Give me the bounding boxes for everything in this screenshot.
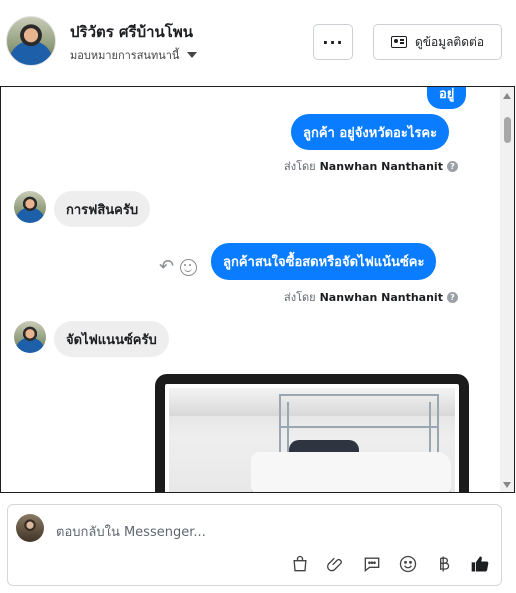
saved-reply-icon[interactable]	[361, 553, 383, 575]
outgoing-message[interactable]: ลูกค้าสนใจซื้อสดหรือจัดไฟแน้นซ์คะ	[211, 243, 437, 280]
message-text: ลูกค้า อยู่จังหวัดอะไรคะ	[303, 125, 438, 141]
more-options-button[interactable]: ···	[313, 24, 353, 60]
chevron-down-icon	[187, 52, 198, 58]
sent-by-prefix: ส่งโดย	[284, 160, 316, 173]
photo-truck	[251, 452, 451, 492]
composer-toolbar	[289, 553, 491, 575]
message-thread[interactable]: อยู่ ลูกค้า อยู่จังหวัดอะไรคะ ส่งโดย Nan…	[0, 86, 515, 493]
reply-icon[interactable]: ↶	[159, 258, 174, 276]
view-contact-button[interactable]: ดูข้อมูลติดต่อ	[373, 24, 502, 60]
page-avatar	[16, 514, 44, 542]
assign-conversation-dropdown[interactable]: มอบหมายการสนทนานี้	[70, 46, 198, 64]
sent-by-label: ส่งโดย Nanwhan Nanthanit ?	[284, 288, 458, 306]
message-actions: ↶	[159, 258, 198, 276]
message-composer: ตอบกลับใน Messenger...	[7, 504, 502, 586]
more-icon: ···	[322, 32, 344, 52]
incoming-message[interactable]: จัดไฟแนนซ์ครับ	[54, 321, 169, 357]
image-message[interactable]	[155, 374, 469, 492]
scrollbar[interactable]	[500, 87, 514, 492]
scroll-up-icon[interactable]	[503, 93, 511, 99]
shopping-bag-icon[interactable]	[289, 553, 311, 575]
thumbs-up-icon[interactable]	[469, 553, 491, 575]
reply-input[interactable]: ตอบกลับใน Messenger...	[56, 521, 206, 542]
contact-avatar-small[interactable]	[14, 191, 46, 223]
outgoing-message[interactable]: ลูกค้า อยู่จังหวัดอะไรคะ	[291, 114, 450, 150]
truck-photo	[165, 384, 459, 492]
view-contact-label: ดูข้อมูลติดต่อ	[414, 34, 485, 49]
message-text: การฟสินครับ	[66, 202, 139, 218]
emoji-icon[interactable]	[397, 553, 419, 575]
contact-name[interactable]: ปริวัตร ศรีบ้านโพน	[70, 20, 193, 44]
assign-label: มอบหมายการสนทนานี้	[70, 49, 180, 62]
sent-by-prefix: ส่งโดย	[284, 291, 316, 304]
message-text: อยู่	[439, 86, 455, 102]
sender-name: Nanwhan Nanthanit	[319, 290, 443, 304]
conversation-header: ปริวัตร ศรีบ้านโพน มอบหมายการสนทนานี้ ··…	[0, 0, 516, 86]
contact-avatar[interactable]	[6, 16, 56, 66]
contact-card-icon	[390, 36, 407, 48]
scroll-thumb[interactable]	[504, 117, 511, 143]
contact-avatar-small[interactable]	[14, 321, 46, 353]
baht-icon[interactable]	[433, 553, 455, 575]
outgoing-message[interactable]: อยู่	[427, 86, 467, 109]
message-text: ลูกค้าสนใจซื้อสดหรือจัดไฟแน้นซ์คะ	[223, 255, 425, 270]
scroll-down-icon[interactable]	[503, 482, 511, 488]
help-icon[interactable]: ?	[446, 160, 458, 172]
paperclip-icon[interactable]	[325, 553, 347, 575]
message-text: จัดไฟแนนซ์ครับ	[66, 332, 157, 348]
sender-name: Nanwhan Nanthanit	[319, 159, 443, 173]
incoming-message[interactable]: การฟสินครับ	[54, 191, 151, 227]
help-icon[interactable]: ?	[446, 291, 458, 303]
react-emoji-icon[interactable]	[180, 258, 198, 276]
sent-by-label: ส่งโดย Nanwhan Nanthanit ?	[284, 157, 458, 175]
